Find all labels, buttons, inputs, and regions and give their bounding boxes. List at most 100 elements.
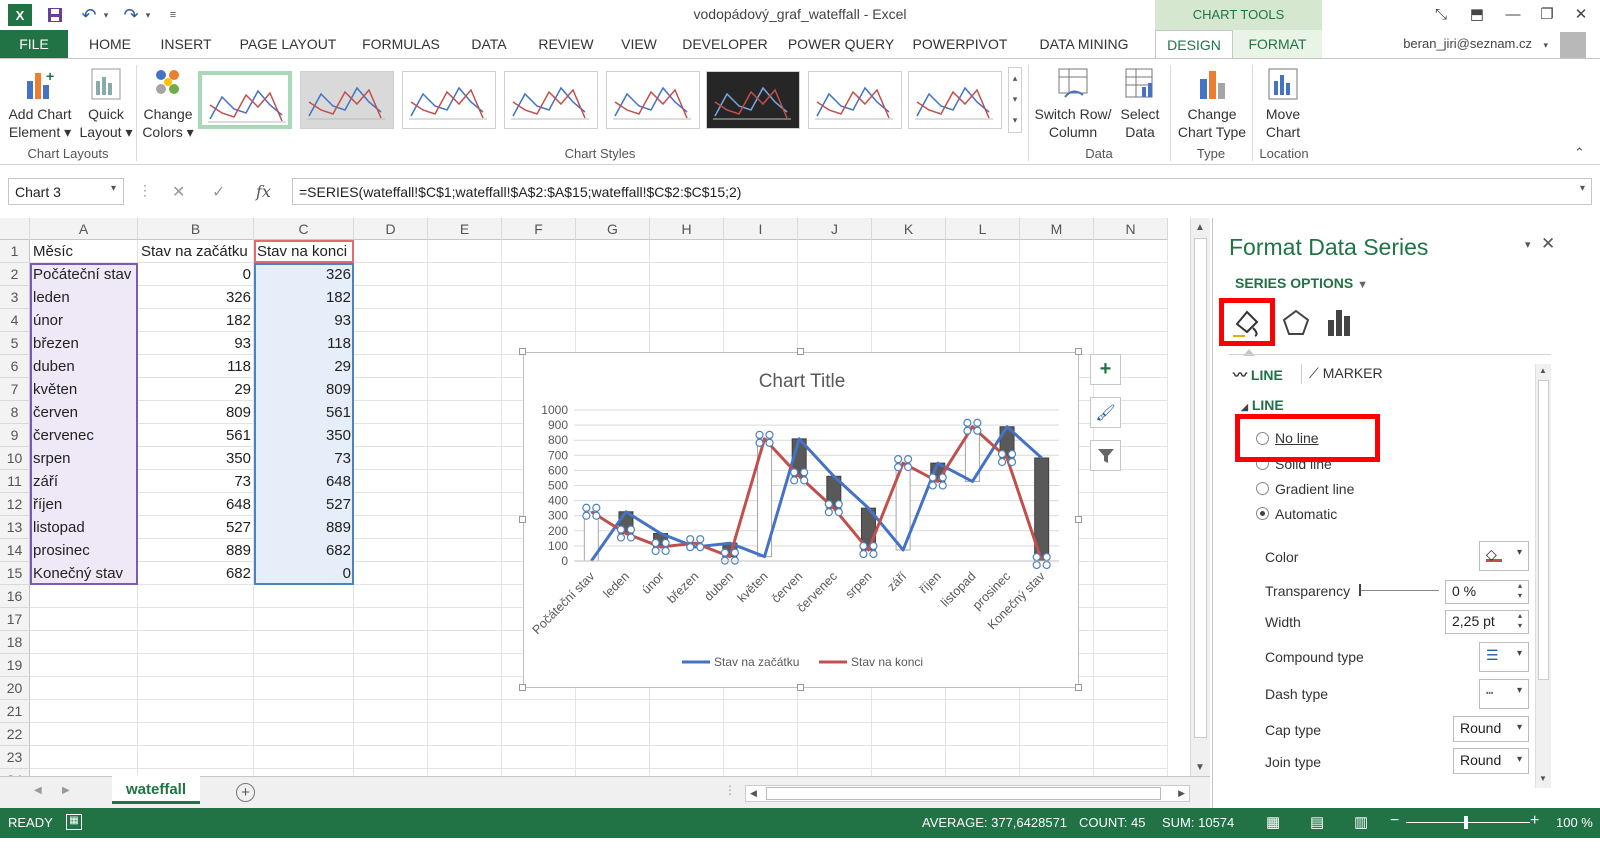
name-box-dropdown-icon[interactable]: ▾ [111,183,116,194]
table-cell[interactable]: 527 [254,493,354,516]
enter-icon[interactable]: ✓ [212,182,225,202]
series-options-dropdown[interactable]: SERIES OPTIONS ▼ [1235,275,1368,291]
user-account[interactable]: beran_jiri@seznam.cz [1403,36,1532,51]
spinner-icon[interactable]: ▴ ▾ [1518,581,1522,601]
table-cell[interactable]: prosinec [30,539,138,562]
column-header[interactable]: H [650,218,724,240]
row-header[interactable]: 2 [0,263,30,286]
table-cell[interactable]: září [30,470,138,493]
column-header[interactable]: E [428,218,502,240]
row-header[interactable]: 13 [0,516,30,539]
chart-style-option[interactable] [300,71,394,129]
table-cell[interactable]: 73 [254,447,354,470]
row-header[interactable]: 22 [0,723,30,746]
chart-styles-button[interactable]: 🖌 [1090,397,1121,428]
row-header[interactable]: 18 [0,631,30,654]
table-cell[interactable]: 561 [138,424,254,447]
formula-input[interactable]: =SERIES(wateffall!$C$1;wateffall!$A$2:$A… [292,178,1592,205]
row-header[interactable]: 11 [0,470,30,493]
zoom-slider[interactable] [1406,822,1530,823]
gradient-line-radio[interactable] [1256,482,1269,495]
transparency-slider-thumb[interactable] [1359,584,1361,596]
add-chart-element-button[interactable]: + Add Chart Element ▾ [4,67,76,141]
table-cell[interactable]: 527 [138,516,254,539]
color-picker[interactable]: ◇ ▾ [1479,541,1529,571]
table-cell[interactable]: červen [30,401,138,424]
pane-scroll-thumb[interactable] [1538,380,1549,680]
page-break-view-icon[interactable]: ▥ [1354,813,1368,831]
transparency-slider[interactable] [1359,590,1439,591]
scroll-down-icon[interactable]: ▼ [1195,762,1205,773]
maximize-icon[interactable]: ❐ [1530,2,1564,26]
name-box[interactable]: Chart 3 ▾ [8,178,124,205]
table-cell[interactable]: 326 [254,263,354,286]
tab-insert[interactable]: INSERT [150,30,222,58]
sheet-prev-icon[interactable]: ◀ [34,785,42,796]
table-cell[interactable]: 29 [254,355,354,378]
avatar[interactable] [1560,32,1586,58]
column-header[interactable]: J [798,218,872,240]
pane-close-icon[interactable]: ✕ [1541,234,1555,254]
tab-format[interactable]: FORMAT [1233,30,1322,58]
row-header[interactable]: 16 [0,585,30,608]
resize-handle[interactable] [519,684,526,691]
table-cell[interactable]: 648 [138,493,254,516]
tab-review[interactable]: REVIEW [530,30,602,58]
row-header[interactable]: 12 [0,493,30,516]
row-header[interactable]: 17 [0,608,30,631]
column-header[interactable]: L [946,218,1020,240]
row-header[interactable]: 10 [0,447,30,470]
resize-handle[interactable] [797,348,804,355]
chart-style-option[interactable] [402,71,496,129]
column-header[interactable]: B [138,218,254,240]
new-sheet-icon[interactable]: + [236,783,255,802]
move-chart-button[interactable]: Move Chart [1256,67,1310,141]
row-header[interactable]: 4 [0,309,30,332]
chart[interactable]: Chart Title 0 100 200 300 400 500 600 700 800 900 1… [523,352,1079,688]
table-cell[interactable]: 350 [138,447,254,470]
pane-scroll-up-icon[interactable]: ▲ [1539,366,1547,375]
account-dropdown-icon[interactable]: ▾ [1543,40,1548,51]
column-header[interactable]: M [1020,218,1094,240]
table-cell[interactable]: 889 [254,516,354,539]
gradient-line-label[interactable]: Gradient line [1275,481,1354,497]
fill-line-icon[interactable] [1231,306,1263,338]
change-colors-button[interactable]: Change Colors ▾ [140,67,196,141]
scroll-right-icon[interactable]: ▶ [1178,788,1185,799]
tab-home[interactable]: HOME [78,30,142,58]
resize-handle[interactable] [797,684,804,691]
switch-row-column-button[interactable]: Switch Row/ Column [1034,67,1112,141]
resize-handle[interactable] [519,516,526,523]
row-header[interactable]: 3 [0,286,30,309]
row-header[interactable]: 24 [0,769,30,776]
normal-view-icon[interactable]: ▦ [1266,813,1280,831]
table-cell[interactable]: únor [30,309,138,332]
tab-data[interactable]: DATA [458,30,520,58]
zoom-in-icon[interactable]: + [1530,812,1539,830]
tab-developer[interactable]: DEVELOPER [676,30,774,58]
column-header[interactable]: D [354,218,428,240]
chart-filters-button[interactable] [1090,440,1121,471]
table-cell[interactable]: 182 [254,286,354,309]
zoom-out-icon[interactable]: − [1390,812,1399,830]
column-header[interactable]: C [254,218,354,240]
table-cell[interactable]: 561 [254,401,354,424]
resize-handle[interactable] [1075,348,1082,355]
table-cell[interactable]: 350 [254,424,354,447]
column-header[interactable]: A [30,218,138,240]
pane-scroll-down-icon[interactable]: ▼ [1539,774,1547,783]
row-header[interactable]: 21 [0,700,30,723]
table-cell[interactable]: 682 [138,562,254,585]
minimize-icon[interactable]: — [1496,2,1530,26]
close-icon[interactable]: ✕ [1564,2,1598,26]
table-cell[interactable]: 648 [254,470,354,493]
chart-style-option[interactable] [504,71,598,129]
table-cell[interactable]: březen [30,332,138,355]
table-cell[interactable]: leden [30,286,138,309]
cap-type-dropdown[interactable]: Round ▾ [1453,716,1529,742]
row-header[interactable]: 14 [0,539,30,562]
expand-formula-icon[interactable]: ▾ [1580,183,1585,194]
page-layout-view-icon[interactable]: ▤ [1310,813,1324,831]
table-cell[interactable]: 0 [138,263,254,286]
table-cell[interactable]: Stav na začátku [138,240,254,263]
